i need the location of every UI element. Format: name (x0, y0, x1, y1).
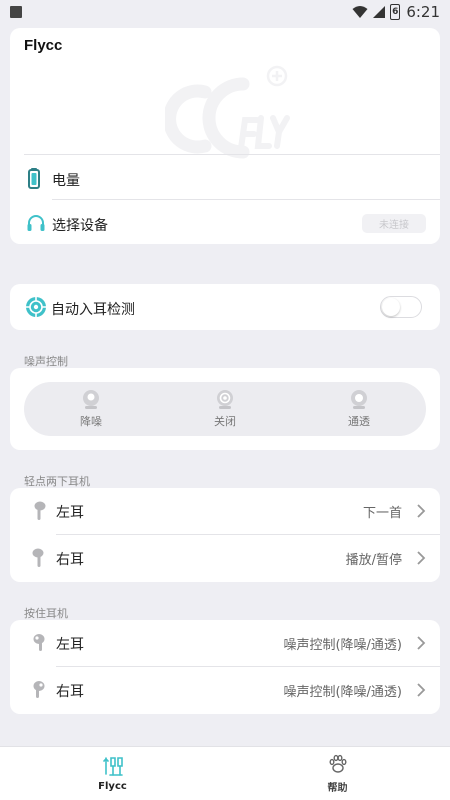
noise-option-label: 关闭 (214, 415, 236, 428)
left-earbud-icon (34, 501, 46, 520)
right-earbud-press-icon (33, 681, 45, 698)
wifi-icon (352, 6, 368, 18)
flycc-logo-watermark-icon (165, 65, 290, 159)
clock: 6:21 (406, 3, 440, 21)
device-card: Flycc 电量 选择设备 未连接 (10, 28, 440, 244)
double-tap-section-title: 轻点两下耳机 (24, 475, 90, 488)
chevron-right-icon (417, 683, 426, 697)
battery-icon (28, 168, 40, 189)
tab-flycc[interactable]: Flycc (0, 747, 225, 800)
noise-option-label: 通透 (348, 415, 370, 428)
connection-status-badge[interactable]: 未连接 (362, 214, 426, 233)
ear-detection-target-icon (26, 297, 46, 317)
left-earbud-press-icon (33, 634, 45, 651)
noise-control-segmented: 降噪 关闭 通透 (24, 382, 426, 436)
noise-off-icon (217, 390, 233, 409)
earbuds-tab-icon (102, 757, 123, 776)
paw-icon (329, 754, 346, 773)
ear-label: 右耳 (56, 684, 84, 700)
noise-control-section-title: 噪声控制 (24, 355, 68, 368)
right-earbud-icon (32, 548, 44, 567)
ear-action-value: 噪声控制(降噪/通透) (283, 638, 402, 653)
headphones-icon (27, 215, 45, 231)
transparency-icon (351, 390, 367, 409)
battery-row: 电量 (10, 158, 440, 200)
tab-label: 帮助 (327, 783, 348, 794)
chevron-right-icon (417, 504, 426, 518)
battery-indicator-icon: 6 (390, 4, 401, 20)
ear-label: 左耳 (56, 637, 84, 653)
status-indicators: 6 6:21 (352, 3, 440, 21)
toggle-knob (382, 298, 400, 316)
battery-level-text: 6 (392, 7, 399, 17)
bottom-tab-bar: Flycc 帮助 (0, 746, 450, 800)
tab-label: Flycc (98, 781, 127, 792)
press-hold-section-title: 按住耳机 (24, 607, 68, 620)
noise-option-transparency[interactable]: 通透 (292, 382, 426, 436)
auto-ear-detection-toggle[interactable] (380, 296, 422, 318)
noise-option-anc[interactable]: 降噪 (24, 382, 158, 436)
select-device-row[interactable]: 选择设备 未连接 (10, 203, 440, 245)
press-hold-left-row[interactable]: 左耳 噪声控制(降噪/通透) (10, 620, 440, 666)
select-device-label: 选择设备 (52, 218, 108, 234)
divider (52, 199, 440, 200)
noise-control-card: 降噪 关闭 通透 (10, 368, 440, 450)
signal-icon (373, 6, 386, 18)
device-name: Flycc (24, 37, 63, 54)
tab-help[interactable]: 帮助 (225, 747, 450, 800)
ear-label: 左耳 (56, 505, 84, 521)
ear-action-value: 噪声控制(降噪/通透) (283, 685, 402, 700)
ear-label: 右耳 (56, 552, 84, 568)
auto-ear-detection-label: 自动入耳检测 (51, 302, 135, 318)
ear-action-value: 播放/暂停 (345, 553, 402, 568)
press-hold-card: 左耳 噪声控制(降噪/通透) 右耳 噪声控制(降噪/通透) (10, 620, 440, 714)
auto-ear-detection-card: 自动入耳检测 (10, 284, 440, 330)
noise-cancel-icon (83, 390, 99, 409)
double-tap-right-row[interactable]: 右耳 播放/暂停 (10, 535, 440, 581)
notification-icon (10, 6, 22, 18)
divider (24, 154, 440, 155)
press-hold-right-row[interactable]: 右耳 噪声控制(降噪/通透) (10, 667, 440, 713)
double-tap-card: 左耳 下一首 右耳 播放/暂停 (10, 488, 440, 582)
double-tap-left-row[interactable]: 左耳 下一首 (10, 488, 440, 534)
ear-action-value: 下一首 (362, 506, 402, 521)
chevron-right-icon (417, 636, 426, 650)
status-bar: 6 6:21 (0, 0, 450, 24)
battery-label: 电量 (52, 173, 80, 189)
noise-option-label: 降噪 (80, 415, 102, 428)
chevron-right-icon (417, 551, 426, 565)
noise-option-off[interactable]: 关闭 (158, 382, 292, 436)
